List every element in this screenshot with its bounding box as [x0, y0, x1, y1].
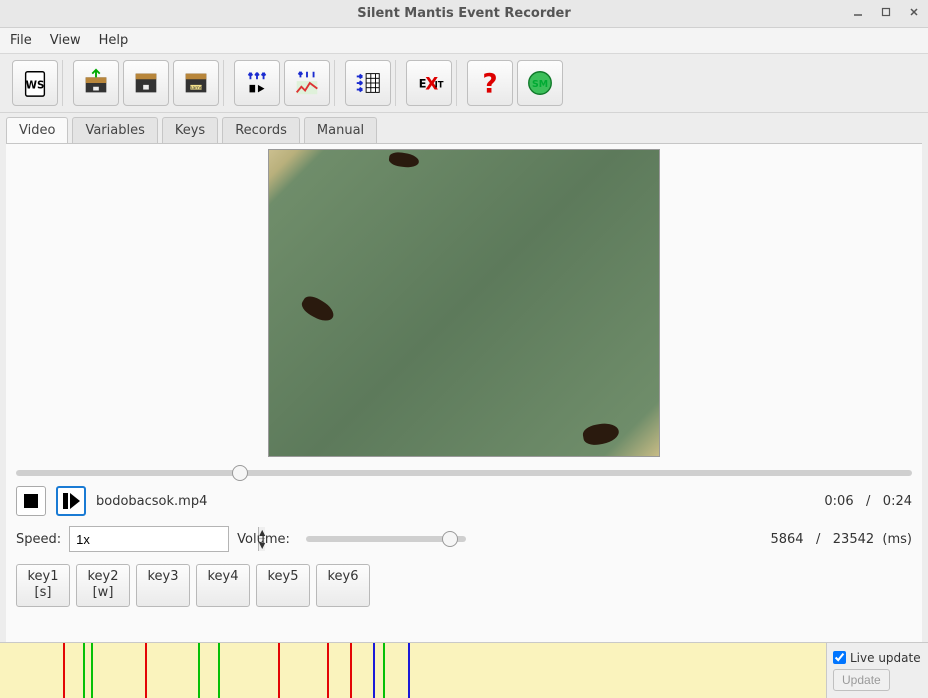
menu-view[interactable]: View: [50, 33, 81, 48]
timeline-marker: [63, 643, 65, 698]
live-update-panel: Live update Update: [826, 643, 928, 698]
video-filename: bodobacsok.mp4: [96, 494, 207, 509]
window-maximize-button[interactable]: [878, 4, 894, 20]
time-current: 0:06: [824, 494, 853, 509]
key-button-2[interactable]: key2[w]: [76, 564, 130, 607]
save-button[interactable]: [123, 60, 169, 106]
time-total: 0:24: [883, 494, 912, 509]
video-subject-icon: [582, 421, 621, 447]
speed-spinbox[interactable]: ▲ ▼: [69, 526, 229, 552]
key-button-4[interactable]: key4: [196, 564, 250, 607]
keys-row: key1[s]key2[w]key3key4key5key6: [6, 560, 922, 617]
ms-total: 23542: [833, 532, 874, 547]
speed-label: Speed:: [16, 532, 61, 547]
bottom-panel: Live update Update: [0, 642, 928, 698]
tab-content-video: bodobacsok.mp4 0:06 / 0:24 Speed: ▲ ▼ Vo…: [6, 143, 922, 642]
key-button-3[interactable]: key3: [136, 564, 190, 607]
seek-slider-knob[interactable]: [232, 465, 248, 481]
key-button-1[interactable]: key1[s]: [16, 564, 70, 607]
about-button[interactable]: SM: [517, 60, 563, 106]
video-subject-icon: [388, 151, 420, 169]
live-update-checkbox-label[interactable]: Live update: [833, 651, 921, 665]
timeline-marker: [198, 643, 200, 698]
live-update-checkbox[interactable]: [833, 651, 846, 664]
timeline-marker: [327, 643, 329, 698]
help-button[interactable]: ?: [467, 60, 513, 106]
video-subject-icon: [299, 293, 337, 326]
plot-button[interactable]: [284, 60, 330, 106]
tab-video[interactable]: Video: [6, 117, 68, 143]
menubar: File View Help: [0, 28, 928, 54]
volume-label: Volume:: [237, 532, 290, 547]
window-title: Silent Mantis Event Recorder: [357, 6, 571, 21]
window-titlebar: Silent Mantis Event Recorder: [0, 0, 928, 28]
timeline-marker: [218, 643, 220, 698]
timeline-marker: [383, 643, 385, 698]
play-icon: [63, 493, 80, 509]
tab-bar: Video Variables Keys Records Manual: [0, 113, 928, 143]
svg-text:name: name: [189, 86, 202, 91]
tab-manual[interactable]: Manual: [304, 117, 377, 143]
ms-current: 5864: [770, 532, 803, 547]
window-close-button[interactable]: [906, 4, 922, 20]
timeline-marker: [278, 643, 280, 698]
time-readout: 0:06 / 0:24: [824, 494, 912, 509]
ms-readout: 5864 / 23542 (ms): [770, 532, 912, 547]
video-area: [6, 144, 922, 462]
timeline-marker: [83, 643, 85, 698]
tab-keys[interactable]: Keys: [162, 117, 218, 143]
volume-slider[interactable]: [306, 536, 466, 542]
menu-file[interactable]: File: [10, 33, 32, 48]
timeline-marker: [145, 643, 147, 698]
svg-text:?: ?: [482, 69, 497, 98]
step-play-button[interactable]: [234, 60, 280, 106]
update-button[interactable]: Update: [833, 669, 890, 691]
stop-button[interactable]: [16, 486, 46, 516]
tab-variables[interactable]: Variables: [72, 117, 157, 143]
play-button[interactable]: [56, 486, 86, 516]
svg-text:IT: IT: [435, 80, 444, 90]
timeline-marker: [373, 643, 375, 698]
menu-help[interactable]: Help: [99, 33, 129, 48]
workspace-button[interactable]: WS: [12, 60, 58, 106]
svg-text:WS: WS: [26, 80, 45, 92]
timeline-marker: [91, 643, 93, 698]
ms-unit: (ms): [882, 532, 912, 547]
video-frame[interactable]: [268, 149, 660, 457]
event-timeline[interactable]: [0, 643, 826, 698]
key-button-6[interactable]: key6: [316, 564, 370, 607]
toolbar: WS name EXIT ? SM: [0, 54, 928, 113]
timeline-marker: [408, 643, 410, 698]
volume-slider-knob[interactable]: [442, 531, 458, 547]
timeline-marker: [350, 643, 352, 698]
key-button-5[interactable]: key5: [256, 564, 310, 607]
open-button[interactable]: [73, 60, 119, 106]
window-minimize-button[interactable]: [850, 4, 866, 20]
save-as-button[interactable]: name: [173, 60, 219, 106]
stop-icon: [24, 494, 38, 508]
svg-text:SM: SM: [532, 79, 548, 90]
table-export-button[interactable]: [345, 60, 391, 106]
tab-records[interactable]: Records: [222, 117, 300, 143]
speed-input[interactable]: [70, 532, 258, 547]
exit-button[interactable]: EXIT: [406, 60, 452, 106]
seek-slider[interactable]: [16, 470, 912, 476]
